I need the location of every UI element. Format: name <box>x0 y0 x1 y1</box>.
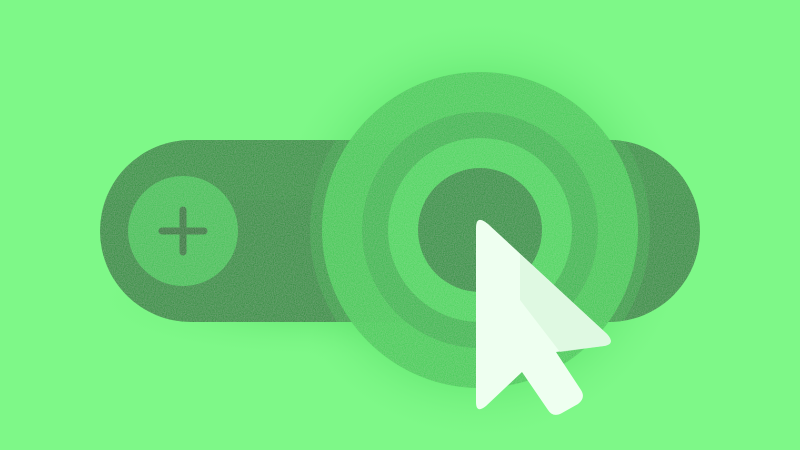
illustration-canvas <box>0 0 800 450</box>
illustration-svg <box>80 15 700 445</box>
